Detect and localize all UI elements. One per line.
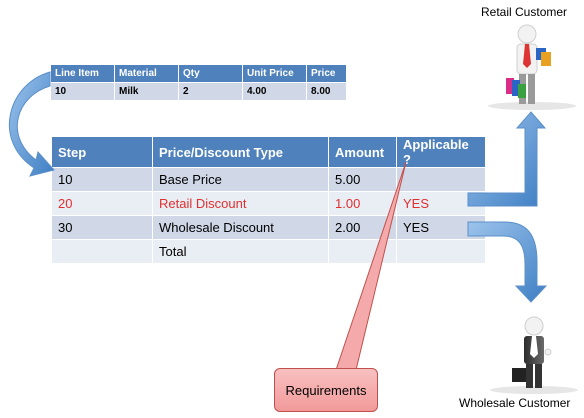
requirements-callout: Requirements (274, 368, 378, 412)
retail-customer-label: Retail Customer (481, 5, 568, 19)
diagram-overlay (8, 24, 578, 394)
retail-customer-figure (488, 24, 576, 110)
retail-arrow (467, 111, 547, 207)
wholesale-customer-figure (490, 316, 578, 394)
requirements-pointer (335, 161, 407, 371)
wholesale-customer-label: Wholesale Customer (459, 396, 571, 410)
requirements-label: Requirements (285, 382, 367, 398)
wholesale-arrow (467, 221, 548, 303)
curved-arrow (8, 71, 55, 177)
